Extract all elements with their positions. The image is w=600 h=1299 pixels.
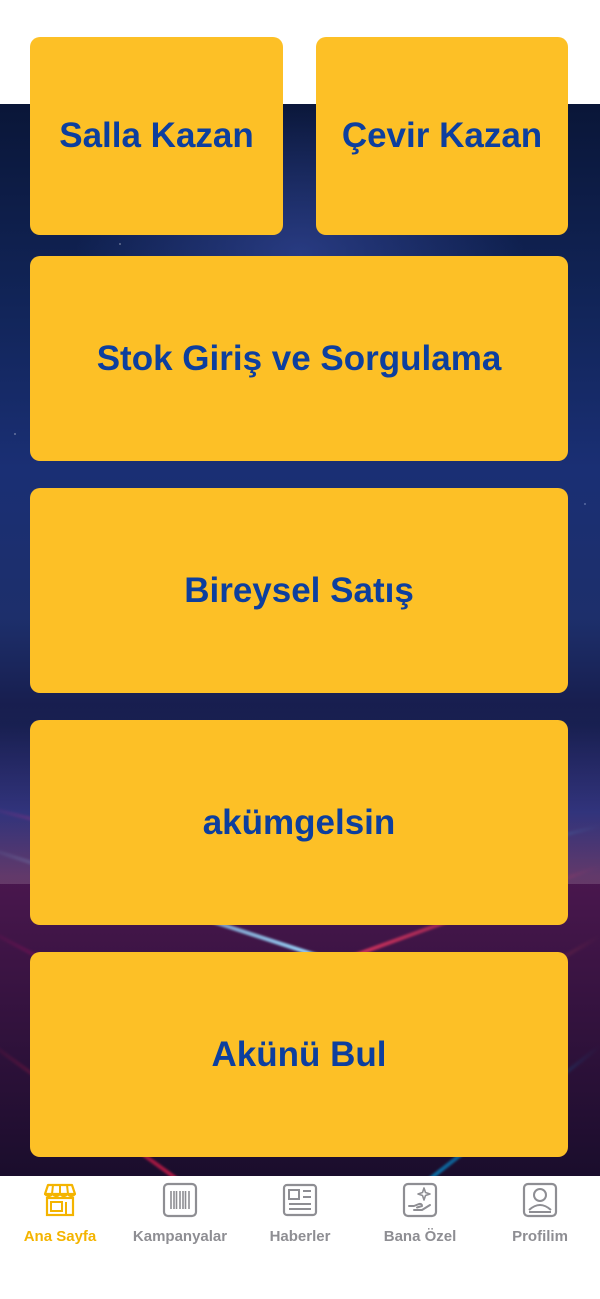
- bireysel-satis-button[interactable]: Bireysel Satış: [30, 488, 568, 693]
- akunu-bul-button[interactable]: Akünü Bul: [30, 952, 568, 1157]
- tab-label: Kampanyalar: [132, 1228, 228, 1245]
- salla-kazan-button[interactable]: Salla Kazan: [30, 37, 283, 235]
- akumgelsin-label: akümgelsin: [202, 802, 396, 842]
- tab-profilim[interactable]: Profilim: [480, 1176, 600, 1299]
- tab-label: Bana Özel: [383, 1228, 457, 1245]
- tab-ana-sayfa[interactable]: Ana Sayfa: [0, 1176, 120, 1299]
- store-icon: [43, 1183, 77, 1217]
- home-screen: Salla Kazan Çevir Kazan Stok Giriş ve So…: [0, 0, 600, 1299]
- newspaper-icon: [282, 1183, 318, 1217]
- cevir-kazan-button[interactable]: Çevir Kazan: [316, 37, 568, 235]
- profile-icon: [522, 1182, 558, 1218]
- hand-sparkle-icon: [402, 1182, 438, 1218]
- stok-giris-sorgulama-button[interactable]: Stok Giriş ve Sorgulama: [30, 256, 568, 461]
- tab-label: Haberler: [269, 1228, 331, 1245]
- akunu-bul-label: Akünü Bul: [211, 1034, 387, 1074]
- stok-giris-label: Stok Giriş ve Sorgulama: [96, 338, 502, 378]
- tab-label: Profilim: [512, 1228, 568, 1245]
- bireysel-satis-label: Bireysel Satış: [184, 570, 414, 610]
- tab-haberler[interactable]: Haberler: [240, 1176, 360, 1299]
- akumgelsin-button[interactable]: akümgelsin: [30, 720, 568, 925]
- cevir-kazan-label: Çevir Kazan: [341, 116, 543, 155]
- bottom-tab-bar: Ana Sayfa Kampanyalar Haberler Bana Özel…: [0, 1176, 600, 1299]
- tab-bana-ozel[interactable]: Bana Özel: [360, 1176, 480, 1299]
- tab-label: Ana Sayfa: [23, 1228, 97, 1245]
- salla-kazan-label: Salla Kazan: [59, 116, 254, 155]
- tab-kampanyalar[interactable]: Kampanyalar: [120, 1176, 240, 1299]
- barcode-icon: [162, 1182, 198, 1218]
